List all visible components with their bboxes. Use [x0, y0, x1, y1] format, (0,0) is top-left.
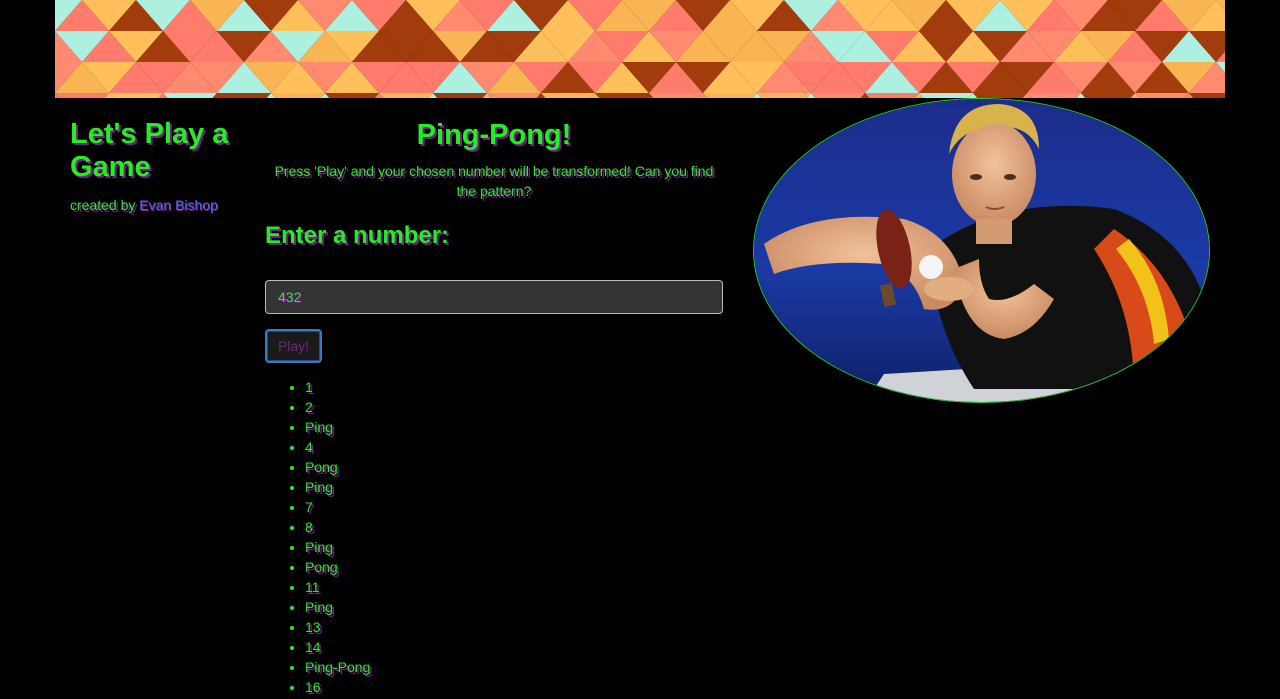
site-header: Let's Play a Game created by Evan Bishop: [70, 118, 255, 214]
result-item: 8: [305, 517, 723, 537]
number-prompt: Enter a number:: [265, 222, 450, 249]
result-item: 16: [305, 677, 723, 697]
result-item: 11: [305, 577, 723, 597]
byline-prefix: created by: [70, 197, 136, 213]
result-item: 4: [305, 437, 723, 457]
game-panel: Ping-Pong! Press 'Play' and your chosen …: [265, 118, 723, 697]
ping-pong-player-photo: [753, 98, 1210, 403]
result-item: 2: [305, 397, 723, 417]
result-item: Ping: [305, 597, 723, 617]
result-item: Pong: [305, 557, 723, 577]
result-item: 13: [305, 617, 723, 637]
site-title: Let's Play a Game: [70, 118, 229, 183]
number-input[interactable]: [265, 280, 723, 314]
byline: created by Evan Bishop: [70, 196, 255, 214]
play-button[interactable]: Play!: [265, 329, 322, 363]
result-item: Ping-Pong: [305, 657, 723, 677]
game-title: Ping-Pong!: [416, 119, 572, 151]
result-item: Ping: [305, 477, 723, 497]
results-list: 12Ping4PongPing78PingPong11Ping1314Ping-…: [265, 377, 723, 697]
author-link[interactable]: Evan Bishop: [139, 197, 218, 213]
result-item: Pong: [305, 457, 723, 477]
triangle-pattern-banner: [55, 0, 1225, 98]
result-item: Ping: [305, 417, 723, 437]
result-item: 7: [305, 497, 723, 517]
result-item: 1: [305, 377, 723, 397]
instructions-text: Press 'Play' and your chosen number will…: [274, 163, 714, 199]
result-item: 14: [305, 637, 723, 657]
result-item: Ping: [305, 537, 723, 557]
